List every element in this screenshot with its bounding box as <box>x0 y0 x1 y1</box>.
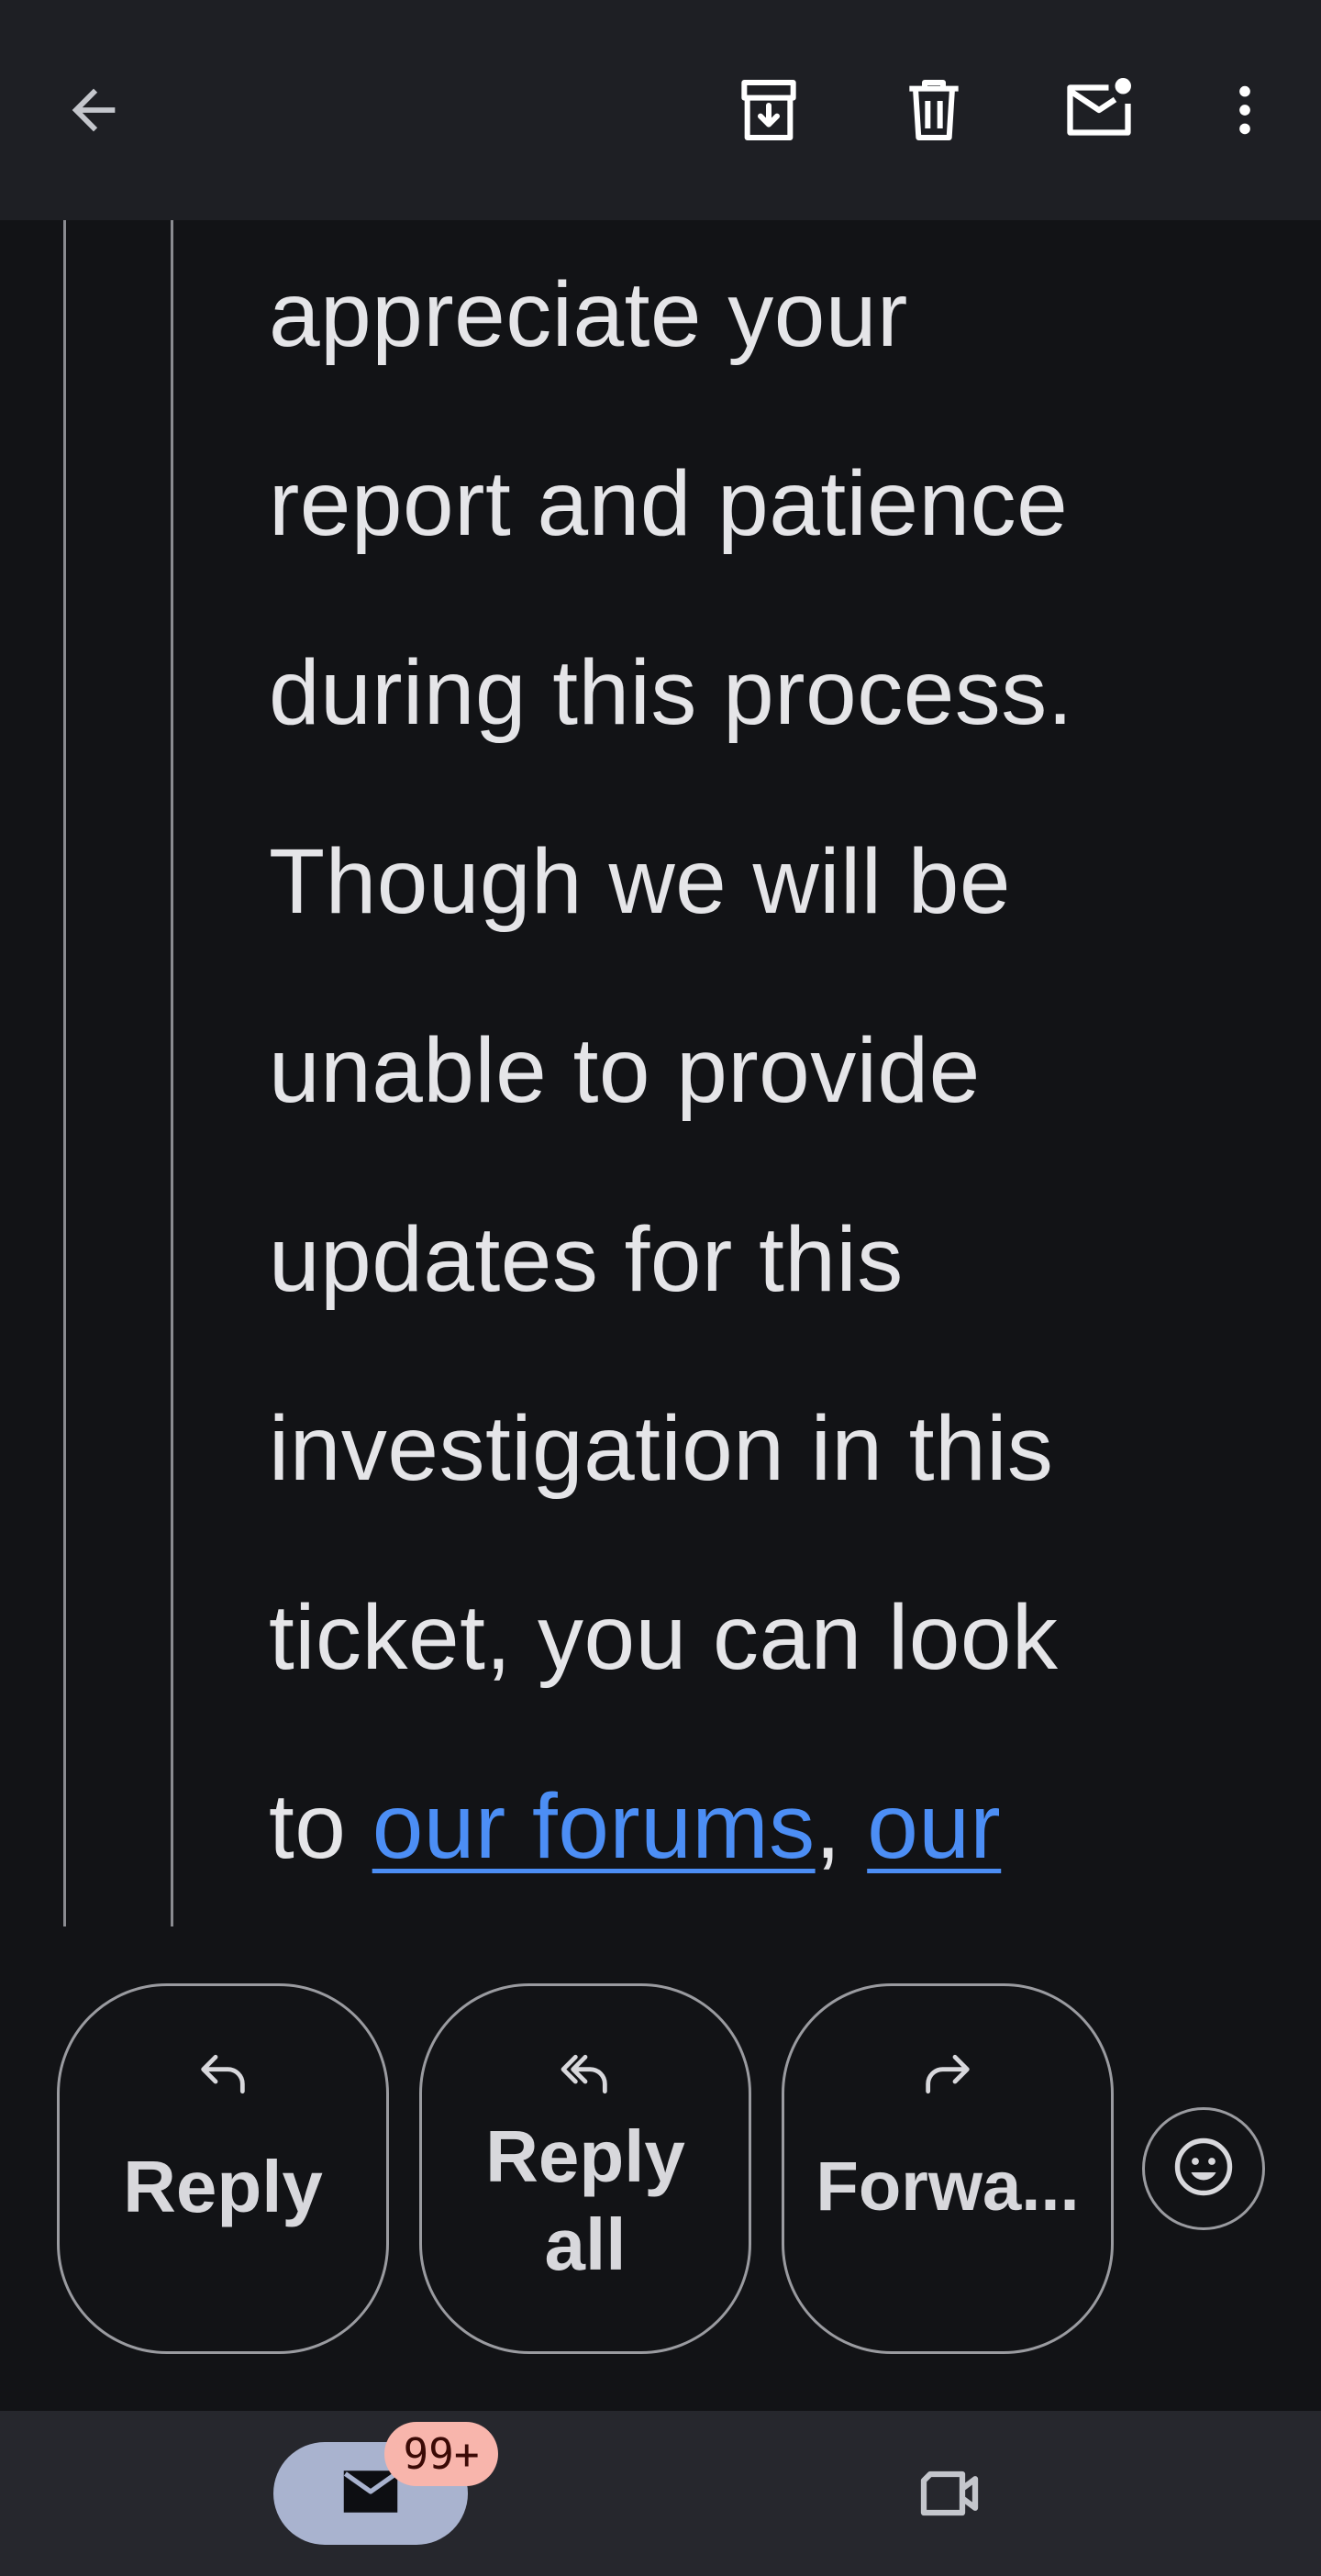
message-text: appreciate your report and patience duri… <box>269 220 1296 1921</box>
more-options-button[interactable] <box>1190 55 1300 165</box>
link-separator: , <box>815 1775 868 1878</box>
reply-all-label-line1: Reply <box>485 2115 685 2197</box>
reply-all-icon <box>556 2045 615 2108</box>
forward-button[interactable]: Forwa... <box>782 1983 1114 2354</box>
top-app-bar <box>0 0 1321 220</box>
emoji-reaction-button[interactable] <box>1142 2107 1265 2230</box>
reply-button[interactable]: Reply <box>57 1983 389 2354</box>
reply-all-label-line2: all <box>544 2204 627 2285</box>
reply-label: Reply <box>123 2146 323 2227</box>
message-line: during this process. <box>269 641 1074 744</box>
message-line: updates for this <box>269 1208 904 1311</box>
forward-label: Forwa... <box>816 2148 1080 2226</box>
back-button[interactable] <box>39 55 149 165</box>
message-line: ticket, you can look <box>269 1586 1059 1689</box>
delete-icon <box>897 73 971 147</box>
quote-divider-outer <box>63 220 66 1926</box>
unread-count-badge: 99+ <box>384 2422 498 2486</box>
our-link[interactable]: our <box>867 1775 1001 1878</box>
reply-all-label: Reply all <box>485 2113 685 2289</box>
reply-all-button[interactable]: Reply all <box>419 1983 751 2354</box>
forward-icon <box>918 2045 977 2108</box>
message-line: appreciate your <box>269 263 908 366</box>
nav-meet-tab[interactable] <box>894 2440 1005 2550</box>
message-line: unable to provide <box>269 1019 981 1122</box>
smiley-icon <box>1171 2134 1237 2204</box>
archive-icon <box>732 73 805 147</box>
link-prefix: to <box>269 1775 372 1878</box>
message-line: investigation in this <box>269 1397 1054 1500</box>
reply-icon <box>194 2045 252 2108</box>
video-icon <box>911 2455 988 2537</box>
quote-divider-inner <box>171 220 173 1926</box>
mark-unread-button[interactable] <box>1044 55 1154 165</box>
back-arrow-icon <box>61 78 126 142</box>
message-line-links: to our forums, our <box>269 1732 1296 1921</box>
message-line: report and patience <box>269 452 1069 555</box>
archive-button[interactable] <box>714 55 824 165</box>
forums-link[interactable]: our forums <box>372 1775 816 1878</box>
message-line: Though we will be <box>269 830 1011 933</box>
bottom-navigation <box>0 2411 1321 2576</box>
more-vert-icon <box>1213 78 1277 142</box>
delete-button[interactable] <box>879 55 989 165</box>
mark-unread-icon <box>1060 72 1138 149</box>
message-body: appreciate your report and patience duri… <box>0 220 1321 1926</box>
